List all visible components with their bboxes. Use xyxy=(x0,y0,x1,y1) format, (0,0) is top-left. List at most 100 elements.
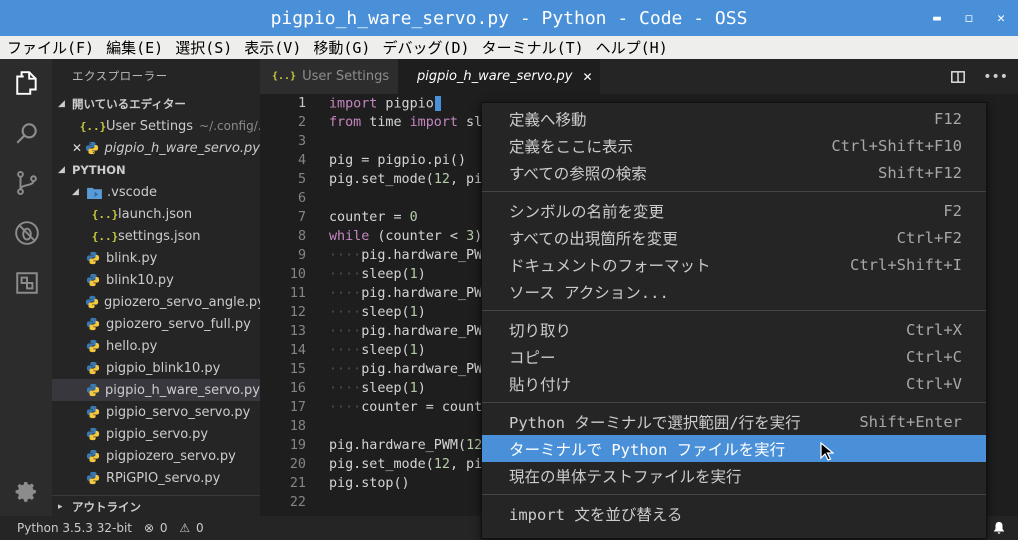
json-icon: {..} xyxy=(91,207,119,221)
search-icon[interactable] xyxy=(13,119,41,147)
line-number: 12 xyxy=(289,305,306,320)
window-controls: ▬ ◻ ✕ xyxy=(928,0,1010,36)
minimize-icon[interactable]: ▬ xyxy=(928,11,946,26)
context-menu-item[interactable]: コピー Ctrl+C xyxy=(482,343,986,370)
menu-separator xyxy=(482,494,986,495)
context-menu-item[interactable]: 定義をここに表示 Ctrl+Shift+F10 xyxy=(482,132,986,159)
context-menu-item[interactable]: 切り取り Ctrl+X xyxy=(482,316,986,343)
code-text: pig = pigpio.pi() xyxy=(329,153,467,168)
code-text: ····pig.hardware_PW xyxy=(329,248,483,263)
activity-bar xyxy=(0,59,52,516)
context-menu-item[interactable]: 貼り付け Ctrl+V xyxy=(482,370,986,397)
menu-item-label: 現在の単体テストファイルを実行 xyxy=(509,467,742,486)
context-menu-item[interactable]: ソース アクション... xyxy=(482,278,986,305)
open-editor-label: pigpio_h_ware_servo.py xyxy=(104,140,260,156)
python-icon xyxy=(85,317,101,331)
python-folder-header[interactable]: ◢ PYTHON xyxy=(52,159,260,181)
close-icon[interactable]: ✕ xyxy=(582,70,592,84)
menu-item-label: 貼り付け xyxy=(509,375,572,394)
explorer-icon[interactable] xyxy=(13,69,41,97)
explorer-sidebar: エクスプローラー ◢ 開いているエディター {..} User Settings… xyxy=(52,59,260,516)
close-icon[interactable]: ✕ xyxy=(72,141,84,155)
debug-icon[interactable] xyxy=(13,219,41,247)
menu-help[interactable]: ヘルプ(H) xyxy=(589,37,673,58)
menu-item-shortcut: Shift+F12 xyxy=(878,163,962,182)
tree-file[interactable]: pigpio_blink10.py xyxy=(52,357,260,379)
tree-folder-vscode[interactable]: ◢ .vscode xyxy=(52,181,260,203)
context-menu-item[interactable]: シンボルの名前を変更 F2 xyxy=(482,197,986,224)
tree-file[interactable]: {..} settings.json xyxy=(52,225,260,247)
extensions-icon[interactable] xyxy=(13,269,41,297)
menu-item-shortcut: F2 xyxy=(943,201,962,220)
open-editor-item[interactable]: {..} User Settings ~/.config/... xyxy=(52,115,260,137)
split-editor-icon[interactable] xyxy=(951,70,966,83)
context-menu-item[interactable]: 現在の単体テストファイルを実行 xyxy=(482,462,986,489)
context-menu-item[interactable]: import 文を並び替える xyxy=(482,500,986,527)
maximize-icon[interactable]: ◻ xyxy=(960,11,978,26)
tab-pigpio-h-ware-servo[interactable]: pigpio_h_ware_servo.py ✕ xyxy=(398,59,600,94)
context-menu-item[interactable]: Python ターミナルで選択範囲/行を実行 Shift+Enter xyxy=(482,408,986,435)
tree-file[interactable]: RPiGPIO_servo.py xyxy=(52,467,260,489)
tree-file[interactable]: blink.py xyxy=(52,247,260,269)
more-actions-icon[interactable]: ••• xyxy=(983,69,1008,85)
menu-item-shortcut: Ctrl+C xyxy=(906,347,962,366)
menu-item-label: 定義をここに表示 xyxy=(509,137,634,156)
code-text: pig.hardware_PWM(12 xyxy=(329,438,483,453)
code-text: ····sleep(1) xyxy=(329,381,426,396)
outline-header[interactable]: ▸ アウトライン xyxy=(52,495,260,517)
tree-file[interactable]: {..} launch.json xyxy=(52,203,260,225)
open-editor-item[interactable]: ✕ pigpio_h_ware_servo.py xyxy=(52,137,260,159)
tree-file[interactable]: pigpiozero_servo.py xyxy=(52,445,260,467)
mouse-pointer-icon xyxy=(820,442,834,461)
menu-separator xyxy=(482,402,986,403)
open-editors-label: 開いているエディター xyxy=(72,97,186,111)
tree-file[interactable]: pigpio_servo.py xyxy=(52,423,260,445)
menu-terminal[interactable]: ターミナル(T) xyxy=(475,37,589,58)
menu-view[interactable]: 表示(V) xyxy=(237,37,306,58)
open-editors-header[interactable]: ◢ 開いているエディター xyxy=(52,93,260,115)
context-menu-item[interactable]: 定義へ移動 F12 xyxy=(482,105,986,132)
line-number: 2 xyxy=(297,115,306,130)
tree-file[interactable]: gpiozero_servo_angle.py xyxy=(52,291,260,313)
file-name: gpiozero_servo_angle.py xyxy=(104,294,260,310)
problems-indicator[interactable]: ⊗ 0 ⚠ 0 xyxy=(144,521,204,535)
source-control-icon[interactable] xyxy=(13,169,41,197)
menu-go[interactable]: 移動(G) xyxy=(306,37,375,58)
settings-gear-icon[interactable] xyxy=(13,479,41,507)
line-number: 15 xyxy=(289,362,306,377)
line-number: 6 xyxy=(297,191,306,206)
menu-item-label: 切り取り xyxy=(509,321,572,340)
menu-item-label: ドキュメントのフォーマット xyxy=(509,256,711,275)
tree-file[interactable]: gpiozero_servo_full.py xyxy=(52,313,260,335)
file-name: pigpio_servo.py xyxy=(106,426,209,442)
json-icon: {..} xyxy=(79,119,107,133)
context-menu-item[interactable]: すべての参照の検索 Shift+F12 xyxy=(482,159,986,186)
chevron-down-icon: ◢ xyxy=(72,187,79,197)
tab-user-settings[interactable]: {..} User Settings xyxy=(260,59,398,94)
code-text: ····sleep(1) xyxy=(329,305,426,320)
menu-debug[interactable]: デバッグ(D) xyxy=(375,37,474,58)
tab-label: User Settings xyxy=(302,69,390,84)
line-number: 22 xyxy=(289,495,306,510)
context-menu-item[interactable]: すべての出現箇所を変更 Ctrl+F2 xyxy=(482,224,986,251)
context-menu-item[interactable]: ドキュメントのフォーマット Ctrl+Shift+I xyxy=(482,251,986,278)
close-icon[interactable]: ✕ xyxy=(992,11,1010,26)
tree-file[interactable]: hello.py xyxy=(52,335,260,357)
notification-bell-icon[interactable] xyxy=(992,521,1006,535)
tree-file[interactable]: blink10.py xyxy=(52,269,260,291)
python-interpreter[interactable]: Python 3.5.3 32-bit xyxy=(17,521,132,535)
python-icon xyxy=(85,383,100,397)
menu-file[interactable]: ファイル(F) xyxy=(0,37,99,58)
tree-file[interactable]: pigpio_h_ware_servo.py xyxy=(52,379,260,401)
python-icon xyxy=(84,141,99,155)
menu-item-shortcut: F12 xyxy=(934,109,962,128)
tree-file[interactable]: pigpio_servo_servo.py xyxy=(52,401,260,423)
menu-item-label: 定義へ移動 xyxy=(509,110,587,129)
code-text: while (counter < 3) xyxy=(329,229,483,244)
menu-selection[interactable]: 選択(S) xyxy=(168,37,237,58)
python-icon xyxy=(85,449,101,463)
file-name: launch.json xyxy=(118,206,193,222)
context-menu-item[interactable]: ターミナルで Python ファイルを実行 xyxy=(482,435,986,462)
menu-edit[interactable]: 編集(E) xyxy=(99,37,168,58)
line-number: 14 xyxy=(289,343,306,358)
